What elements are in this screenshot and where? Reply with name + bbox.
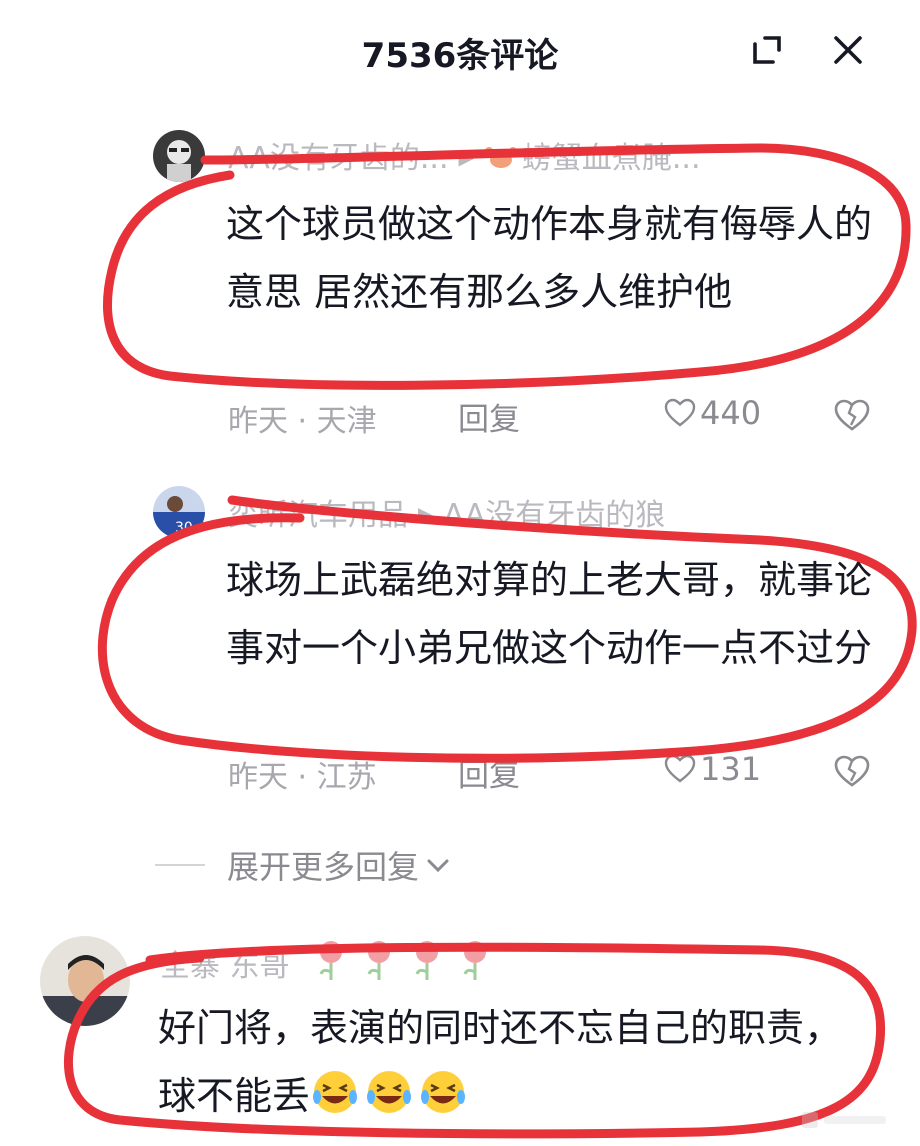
comment-header: AA没有牙齿的... ▶ 螃蟹血煮腌... <box>228 133 701 177</box>
broken-heart-icon <box>834 399 870 431</box>
reply-arrow-icon: ▶ <box>418 502 434 526</box>
close-button[interactable] <box>826 28 870 72</box>
avatar[interactable]: 30 <box>153 486 205 538</box>
reply-to-name[interactable]: 螃蟹血煮腌... <box>522 141 701 176</box>
divider-line <box>155 864 205 866</box>
reply-arrow-icon: ▶ <box>458 145 474 169</box>
expand-icon <box>753 36 781 64</box>
avatar[interactable] <box>40 936 130 1026</box>
broken-heart-icon <box>834 755 870 787</box>
svg-text:30: 30 <box>175 520 193 536</box>
reply-button[interactable]: 回复 <box>458 750 520 795</box>
expand-more-replies-button[interactable]: 展开更多回复 <box>155 840 451 890</box>
heart-icon <box>664 398 696 427</box>
rose-emoji-icon <box>463 941 487 980</box>
laughing-crying-emoji-icon <box>367 1071 412 1113</box>
laughing-crying-emoji-icon <box>421 1071 466 1113</box>
author-name[interactable]: AA没有牙齿的... <box>228 141 449 176</box>
heart-icon <box>664 754 696 783</box>
close-icon <box>834 36 862 64</box>
dislike-button[interactable] <box>832 395 872 435</box>
watermark-logo <box>802 1112 886 1128</box>
crab-emoji-icon <box>484 147 517 168</box>
author-name[interactable]: 全寨 东哥 <box>160 949 290 984</box>
comment-meta: 昨天 · 天津 <box>228 404 377 439</box>
comment-meta: 昨天 · 江苏 <box>228 760 377 795</box>
avatar[interactable] <box>153 130 205 182</box>
comments-header: 7536条评论 <box>0 0 920 100</box>
expand-more-label: 展开更多回复 <box>227 848 420 886</box>
like-button[interactable]: 131 <box>664 750 761 788</box>
rose-emoji-icon <box>367 941 391 980</box>
comment-header: 全寨 东哥 <box>160 938 503 985</box>
rose-emoji-icon <box>415 941 439 980</box>
expand-button[interactable] <box>745 28 789 72</box>
like-button[interactable]: 440 <box>664 394 761 432</box>
comment-header: 奕昕汽车用品 ▶ AA没有牙齿的狼 <box>228 490 665 534</box>
like-count: 131 <box>700 750 762 788</box>
reply-to-name[interactable]: AA没有牙齿的狼 <box>443 498 665 533</box>
comment-text: 好门将，表演的同时还不忘自己的职责，球不能丢 <box>158 994 858 1130</box>
comment-text: 这个球员做这个动作本身就有侮辱人的意思 居然还有那么多人维护他 <box>226 202 873 314</box>
author-name[interactable]: 奕昕汽车用品 <box>228 498 408 533</box>
dislike-button[interactable] <box>832 751 872 791</box>
chevron-down-icon <box>427 859 449 873</box>
rose-emoji-icon <box>319 941 343 980</box>
like-count: 440 <box>700 394 762 432</box>
comment-text: 球场上武磊绝对算的上老大哥，就事论事对一个小弟兄做这个动作一点不过分 <box>226 558 873 670</box>
laughing-crying-emoji-icon <box>313 1071 358 1113</box>
reply-button[interactable]: 回复 <box>458 394 520 439</box>
comment-text-content: 好门将，表演的同时还不忘自己的职责，球不能丢 <box>158 1006 843 1118</box>
